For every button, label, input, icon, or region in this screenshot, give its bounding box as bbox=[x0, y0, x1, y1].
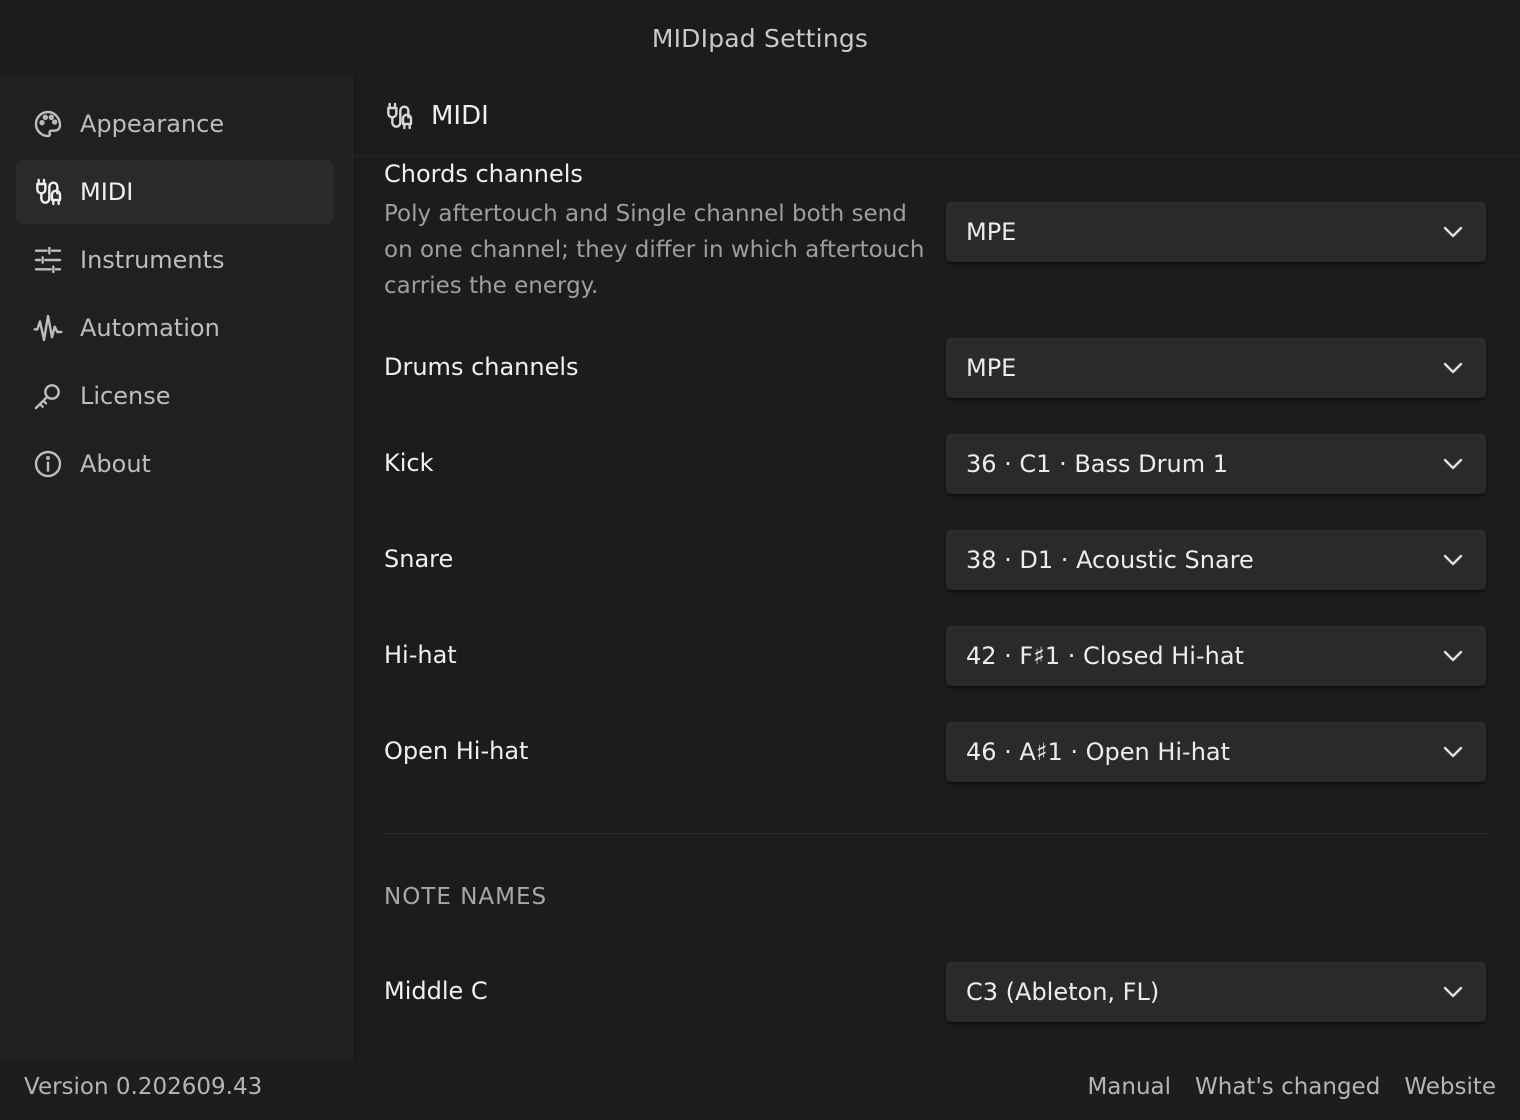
chords-channels-select[interactable]: MPE bbox=[946, 202, 1486, 262]
footer-links: Manual What's changed Website bbox=[1087, 1074, 1496, 1100]
whats-changed-link[interactable]: What's changed bbox=[1195, 1074, 1380, 1100]
select-value: C3 (Ableton, FL) bbox=[966, 978, 1160, 1006]
section-divider bbox=[384, 833, 1486, 834]
header-divider bbox=[353, 156, 1520, 157]
footer: Version 0.202609.43 Manual What's change… bbox=[0, 1060, 1520, 1120]
select-value: 36 · C1 · Bass Drum 1 bbox=[966, 450, 1228, 478]
chords-channels-description: Poly aftertouch and Single channel both … bbox=[384, 201, 925, 299]
sidebar-item-midi[interactable]: MIDI bbox=[16, 160, 334, 224]
kick-note-select[interactable]: 36 · C1 · Bass Drum 1 bbox=[946, 434, 1486, 494]
settings-panel: MIDI Chords channels Poly aftertouch and… bbox=[353, 76, 1520, 1060]
section-header: MIDI bbox=[383, 96, 489, 136]
select-value: MPE bbox=[966, 354, 1017, 382]
manual-link[interactable]: Manual bbox=[1087, 1074, 1171, 1100]
snare-note-select[interactable]: 38 · D1 · Acoustic Snare bbox=[946, 530, 1486, 590]
chevron-down-icon bbox=[1442, 553, 1464, 567]
sidebar-item-label: Instruments bbox=[80, 246, 225, 274]
chevron-down-icon bbox=[1442, 457, 1464, 471]
kick-label: Kick bbox=[384, 449, 434, 477]
waveform-icon bbox=[31, 311, 65, 345]
sidebar: Appearance MIDI Instruments Automation L… bbox=[0, 76, 353, 1060]
sliders-icon bbox=[31, 243, 65, 277]
sidebar-item-instruments[interactable]: Instruments bbox=[16, 228, 334, 292]
select-value: 42 · F♯1 · Closed Hi-hat bbox=[966, 642, 1244, 670]
chevron-down-icon bbox=[1442, 985, 1464, 999]
note-names-heading: NOTE NAMES bbox=[384, 884, 548, 910]
key-icon bbox=[31, 379, 65, 413]
chevron-down-icon bbox=[1442, 225, 1464, 239]
website-link[interactable]: Website bbox=[1404, 1074, 1496, 1100]
open-hihat-label: Open Hi-hat bbox=[384, 737, 529, 765]
sidebar-item-automation[interactable]: Automation bbox=[16, 296, 334, 360]
chevron-down-icon bbox=[1442, 745, 1464, 759]
hihat-label: Hi-hat bbox=[384, 641, 457, 669]
sidebar-item-label: About bbox=[80, 450, 151, 478]
midi-cable-icon bbox=[383, 99, 417, 133]
select-value: MPE bbox=[966, 218, 1017, 246]
sidebar-item-label: Automation bbox=[80, 314, 220, 342]
sidebar-item-label: MIDI bbox=[80, 178, 134, 206]
drums-channels-select[interactable]: MPE bbox=[946, 338, 1486, 398]
info-icon bbox=[31, 447, 65, 481]
snare-label: Snare bbox=[384, 545, 454, 573]
section-title: MIDI bbox=[431, 101, 489, 131]
select-value: 38 · D1 · Acoustic Snare bbox=[966, 546, 1254, 574]
midi-cable-icon bbox=[31, 175, 65, 209]
select-value: 46 · A♯1 · Open Hi-hat bbox=[966, 738, 1231, 766]
palette-icon bbox=[31, 107, 65, 141]
chevron-down-icon bbox=[1442, 361, 1464, 375]
version-label: Version 0.202609.43 bbox=[24, 1074, 263, 1100]
sidebar-item-label: License bbox=[80, 382, 171, 410]
hihat-note-select[interactable]: 42 · F♯1 · Closed Hi-hat bbox=[946, 626, 1486, 686]
window-title: MIDIpad Settings bbox=[0, 0, 1520, 76]
sidebar-item-appearance[interactable]: Appearance bbox=[16, 92, 334, 156]
middle-c-label: Middle C bbox=[384, 977, 488, 1005]
sidebar-item-label: Appearance bbox=[80, 110, 225, 138]
open-hihat-note-select[interactable]: 46 · A♯1 · Open Hi-hat bbox=[946, 722, 1486, 782]
drums-channels-label: Drums channels bbox=[384, 353, 579, 381]
chords-channels-label: Chords channels bbox=[384, 160, 583, 188]
sidebar-item-license[interactable]: License bbox=[16, 364, 334, 428]
middle-c-select[interactable]: C3 (Ableton, FL) bbox=[946, 962, 1486, 1022]
chevron-down-icon bbox=[1442, 649, 1464, 663]
sidebar-item-about[interactable]: About bbox=[16, 432, 334, 496]
